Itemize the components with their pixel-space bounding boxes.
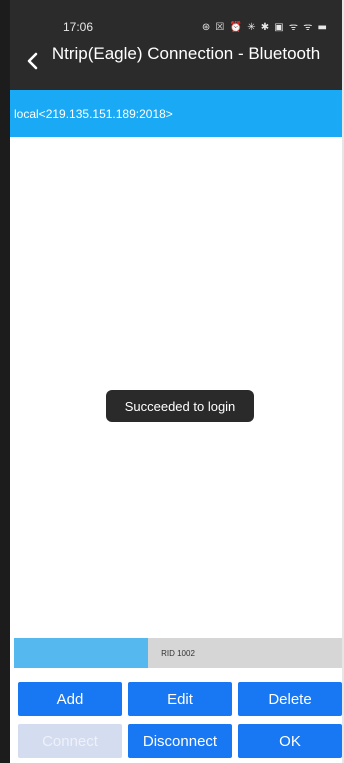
disconnect-button[interactable]: Disconnect [128, 724, 232, 758]
page-title: Ntrip(Eagle) Connection - Bluetooth [51, 44, 321, 63]
ok-button[interactable]: OK [238, 724, 342, 758]
source-list-item[interactable]: local<219.135.151.189:2018> [10, 90, 342, 137]
connect-button[interactable]: Connect [18, 724, 122, 758]
connection-row: Connect Disconnect OK [18, 724, 342, 758]
data-progress-bar: RID 1002 [14, 638, 342, 668]
back-arrow-icon [27, 52, 38, 70]
progress-label: RID 1002 [161, 648, 195, 658]
action-row: Add Edit Delete [18, 682, 342, 716]
phone-screen: 17:06 ⊛ ☒ ⏰ ✳ ✱ ▣ ᯤ ᯤ ▬ Ntrip(Eagle) Con… [0, 0, 344, 763]
delete-button[interactable]: Delete [238, 682, 342, 716]
add-button[interactable]: Add [18, 682, 122, 716]
status-bar: 17:06 ⊛ ☒ ⏰ ✳ ✱ ▣ ᯤ ᯤ ▬ [10, 0, 342, 38]
status-icons: ⊛ ☒ ⏰ ✳ ✱ ▣ ᯤ ᯤ ▬ [201, 22, 328, 33]
frame-edge [0, 0, 10, 763]
toast-message: Succeeded to login [106, 390, 254, 422]
back-button[interactable] [18, 44, 46, 78]
edit-button[interactable]: Edit [128, 682, 232, 716]
status-time: 17:06 [63, 20, 94, 34]
app-header: 17:06 ⊛ ☒ ⏰ ✳ ✱ ▣ ᯤ ᯤ ▬ Ntrip(Eagle) Con… [10, 0, 342, 90]
source-list: Succeeded to login [10, 137, 342, 637]
